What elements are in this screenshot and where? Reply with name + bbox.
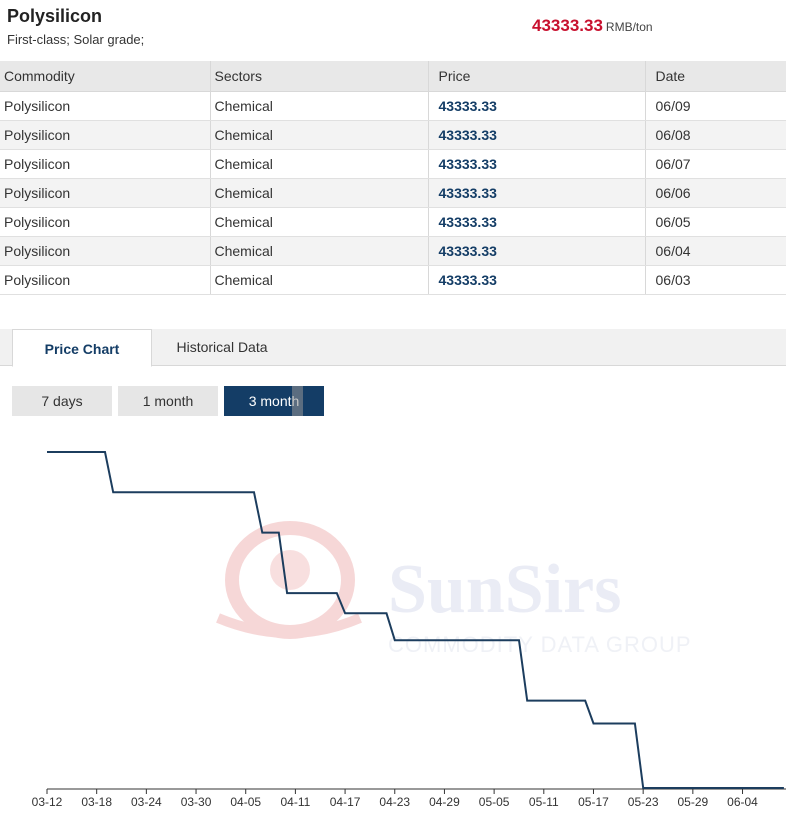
table-row: Polysilicon Chemical 43333.33 06/05 (0, 207, 786, 237)
cell-price: 43333.33 (427, 178, 645, 208)
sunsirs-logo-icon (216, 521, 362, 639)
page-subtitle: First-class; Solar grade; (7, 32, 145, 47)
x-tick-label: 05-29 (677, 795, 708, 809)
cell-price: 43333.33 (427, 236, 645, 266)
chart-tab-bar: Price Chart Historical Data (0, 329, 786, 367)
cell-sector: Chemical (209, 120, 428, 150)
cell-sector: Chemical (209, 207, 428, 237)
cell-date: 06/07 (644, 149, 786, 179)
table-header-row: Commodity Sectors Price Date (0, 61, 786, 92)
cell-date: 06/03 (644, 265, 786, 295)
cell-date: 06/06 (644, 178, 786, 208)
cell-price: 43333.33 (427, 149, 645, 179)
range-1-month-button[interactable]: 1 month (118, 386, 218, 416)
price-chart: SunSirs COMMODITY DATA GROUP 03-12 03-18 0… (32, 451, 786, 809)
scroll-handle[interactable] (292, 386, 303, 416)
cell-date: 06/08 (644, 120, 786, 150)
cell-commodity: Polysilicon (0, 149, 210, 179)
cell-sector: Chemical (209, 265, 428, 295)
column-header-commodity: Commodity (0, 61, 210, 92)
cell-sector: Chemical (209, 149, 428, 179)
cell-price: 43333.33 (427, 207, 645, 237)
cell-sector: Chemical (209, 236, 428, 266)
current-price: 43333.33 RMB/ton (532, 16, 653, 36)
x-tick-label: 06-04 (727, 795, 758, 809)
x-tick-label: 04-17 (330, 795, 361, 809)
tab-historical-data[interactable]: Historical Data (152, 329, 292, 366)
cell-sector: Chemical (209, 178, 428, 208)
cell-price: 43333.33 (427, 120, 645, 150)
table-row: Polysilicon Chemical 43333.33 06/09 (0, 91, 786, 121)
page-title: Polysilicon (7, 6, 103, 26)
current-price-unit: RMB/ton (605, 20, 653, 34)
x-tick-label: 03-30 (181, 795, 212, 809)
cell-commodity: Polysilicon (0, 207, 210, 237)
column-header-date: Date (644, 61, 786, 92)
x-tick-label: 05-23 (628, 795, 659, 809)
watermark-tagline: COMMODITY DATA GROUP (388, 632, 692, 657)
x-tick-label: 03-24 (131, 795, 162, 809)
x-tick-label: 04-23 (379, 795, 410, 809)
cell-price: 43333.33 (427, 91, 645, 121)
range-3-month-button[interactable]: 3 month (224, 386, 324, 416)
cell-sector: Chemical (209, 91, 428, 121)
x-tick-label: 04-05 (230, 795, 261, 809)
range-7-days-button[interactable]: 7 days (12, 386, 112, 416)
cell-commodity: Polysilicon (0, 178, 210, 208)
cell-commodity: Polysilicon (0, 236, 210, 266)
column-header-price: Price (427, 61, 645, 92)
table-row: Polysilicon Chemical 43333.33 06/03 (0, 265, 786, 295)
column-header-sectors: Sectors (209, 61, 428, 92)
table-row: Polysilicon Chemical 43333.33 06/06 (0, 178, 786, 208)
watermark-brand: SunSirs (388, 551, 621, 628)
table-row: Polysilicon Chemical 43333.33 06/08 (0, 120, 786, 150)
cell-date: 06/05 (644, 207, 786, 237)
header: Polysilicon First-class; Solar grade; 43… (0, 0, 786, 60)
table-row: Polysilicon Chemical 43333.33 06/07 (0, 149, 786, 179)
x-tick-label: 03-18 (81, 795, 112, 809)
x-tick-label: 05-05 (479, 795, 510, 809)
x-tick-label: 05-11 (529, 795, 559, 809)
cell-commodity: Polysilicon (0, 91, 210, 121)
cell-price: 43333.33 (427, 265, 645, 295)
x-tick-label: 04-11 (280, 795, 310, 809)
x-axis: 03-12 03-18 03-24 03-30 04-05 04-11 04-17 04-23… (32, 788, 786, 809)
cell-commodity: Polysilicon (0, 120, 210, 150)
cell-commodity: Polysilicon (0, 265, 210, 295)
current-price-value: 43333.33 (532, 16, 603, 35)
x-tick-label: 03-12 (32, 795, 63, 809)
x-tick-label: 05-17 (578, 795, 609, 809)
table-row: Polysilicon Chemical 43333.33 06/04 (0, 236, 786, 266)
price-table: Commodity Sectors Price Date Polysilicon… (0, 61, 786, 295)
cell-date: 06/09 (644, 91, 786, 121)
x-tick-label: 04-29 (429, 795, 460, 809)
cell-date: 06/04 (644, 236, 786, 266)
tab-price-chart[interactable]: Price Chart (12, 329, 152, 367)
